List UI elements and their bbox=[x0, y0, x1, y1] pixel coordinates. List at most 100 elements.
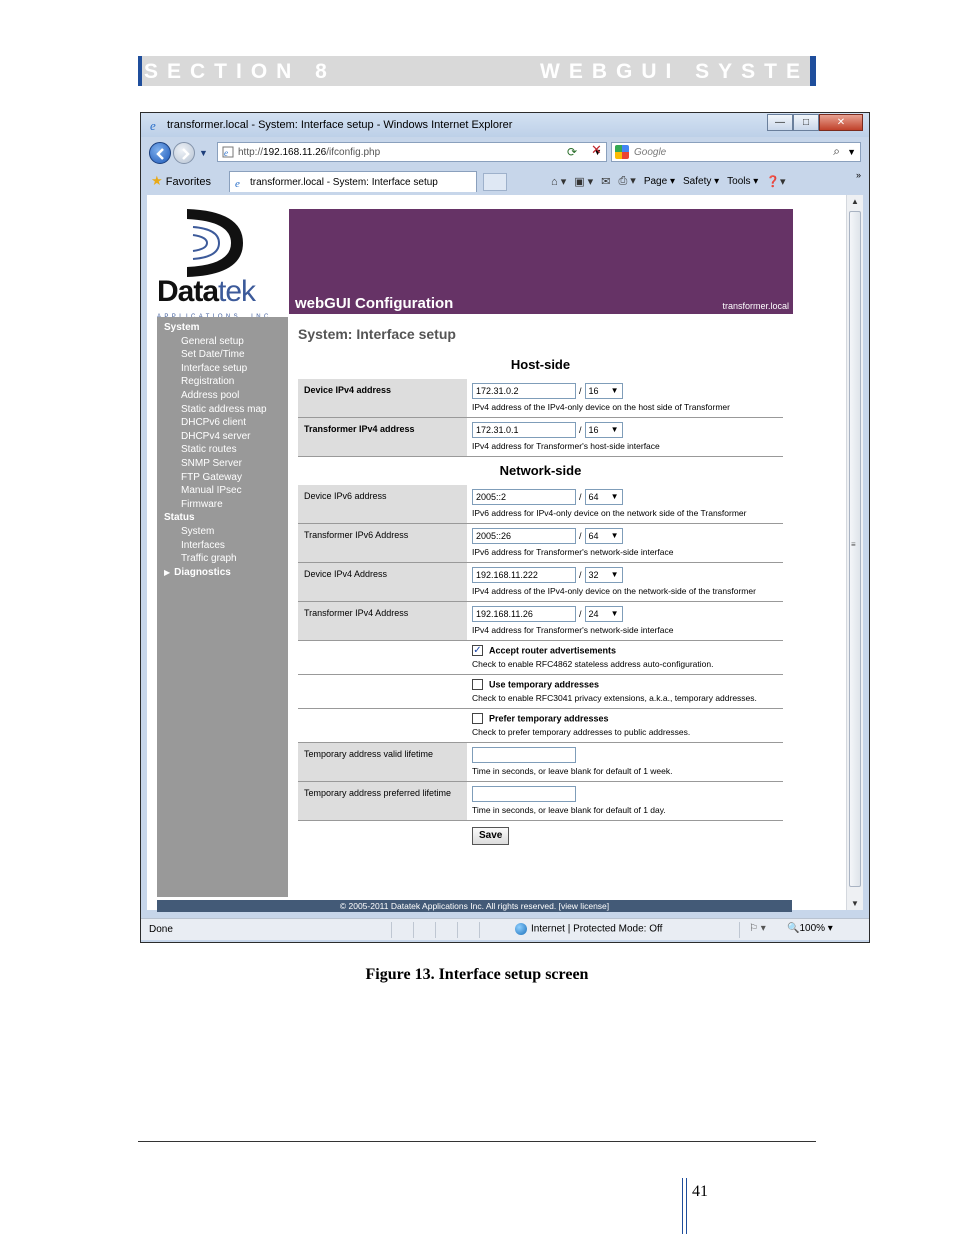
forward-button[interactable] bbox=[173, 142, 195, 164]
stop-icon[interactable]: ✕ bbox=[591, 142, 602, 158]
search-box[interactable]: Google ⌕ ▼ bbox=[611, 142, 861, 162]
sidebar-item-ftp-gateway[interactable]: FTP Gateway bbox=[157, 471, 288, 485]
status-divider bbox=[391, 922, 392, 938]
scroll-up-icon[interactable]: ▲ bbox=[851, 197, 859, 206]
sidebar-item-status-system[interactable]: System bbox=[157, 525, 288, 539]
sidebar-item-traffic-graph[interactable]: Traffic graph bbox=[157, 552, 288, 566]
page-menu[interactable]: Page ▾ bbox=[644, 176, 675, 187]
footer-rule bbox=[138, 1141, 816, 1142]
save-button[interactable]: Save bbox=[472, 827, 510, 846]
field-label: Device IPv4 address bbox=[298, 379, 467, 417]
host-transformer-ipv4-input[interactable]: 172.31.0.1 bbox=[472, 422, 576, 438]
address-bar[interactable]: e http://192.168.11.26/ifconfig.php ▼ bbox=[217, 142, 607, 162]
maximize-button[interactable]: □ bbox=[793, 114, 819, 131]
chevron-more-icon[interactable]: » bbox=[856, 170, 861, 180]
net-device-ipv6-input[interactable]: 2005::2 bbox=[472, 489, 576, 505]
sidebar-section-diagnostics[interactable]: ▶ Diagnostics bbox=[157, 566, 288, 580]
mail-icon[interactable]: ✉ bbox=[601, 175, 610, 188]
sidebar-item-firmware[interactable]: Firmware bbox=[157, 498, 288, 512]
print-icon[interactable]: ⎙ ▾ bbox=[618, 174, 635, 188]
recent-pages-dropdown-icon[interactable]: ▼ bbox=[199, 148, 208, 158]
figure-caption: Figure 13. Interface setup screen bbox=[365, 966, 589, 983]
net-device-ipv4-input[interactable]: 192.168.11.222 bbox=[472, 567, 576, 583]
field-hint: IPv6 address for IPv4-only device on the… bbox=[472, 508, 747, 518]
url-text: http://192.168.11.26/ifconfig.php bbox=[238, 147, 380, 158]
sidebar-section-system[interactable]: System bbox=[157, 321, 288, 335]
sidebar-item-interfaces[interactable]: Interfaces bbox=[157, 539, 288, 553]
window-controls: — □ ✕ bbox=[767, 114, 863, 132]
sidebar-item-snmp-server[interactable]: SNMP Server bbox=[157, 457, 288, 471]
sidebar-item-static-address-map[interactable]: Static address map bbox=[157, 403, 288, 417]
field-hint: IPv4 address of the IPv4-only device on … bbox=[472, 586, 756, 596]
field-cell: Time in seconds, or leave blank for defa… bbox=[467, 743, 783, 782]
sidebar-item-dhcpv6-client[interactable]: DHCPv6 client bbox=[157, 416, 288, 430]
field-hint: Time in seconds, or leave blank for defa… bbox=[472, 805, 666, 816]
valid-lifetime-input[interactable] bbox=[472, 747, 576, 764]
net-device-ipv4-prefix-select[interactable]: 32 ▼ bbox=[584, 567, 623, 583]
field-hint: Check to enable RFC4862 stateless addres… bbox=[472, 659, 714, 670]
sidebar-item-address-pool[interactable]: Address pool bbox=[157, 389, 288, 403]
back-button[interactable] bbox=[149, 142, 171, 164]
use-temp-checkbox[interactable] bbox=[472, 679, 483, 691]
favorites-button[interactable]: ★ Favorites bbox=[151, 173, 211, 189]
help-icon[interactable]: ❓▾ bbox=[766, 175, 785, 188]
sidebar-section-status[interactable]: Status bbox=[157, 511, 288, 525]
tab-current[interactable]: e transformer.local - System: Interface … bbox=[229, 171, 477, 192]
tab-bar: ★ Favorites e transformer.local - System… bbox=[141, 169, 869, 193]
minimize-button[interactable]: — bbox=[767, 114, 793, 131]
safety-menu[interactable]: Safety ▾ bbox=[683, 176, 719, 187]
field-cell: Prefer temporary addresses Check to pref… bbox=[467, 709, 783, 743]
select-caret-icon: ▼ bbox=[610, 492, 619, 501]
zoom-control[interactable]: 🔍100% ▾ bbox=[787, 923, 833, 934]
search-dropdown-icon[interactable]: ▼ bbox=[847, 147, 856, 157]
net-transformer-ipv6-prefix-select[interactable]: 64 ▼ bbox=[584, 528, 623, 544]
sidebar-item-interface-setup[interactable]: Interface setup bbox=[157, 362, 288, 376]
url-host: 192.168.11.26 bbox=[263, 147, 327, 158]
security-zone[interactable]: Internet | Protected Mode: Off bbox=[515, 923, 662, 935]
sidebar-item-general-setup[interactable]: General setup bbox=[157, 335, 288, 349]
search-icon[interactable]: ⌕ bbox=[833, 144, 840, 159]
home-icon[interactable]: ⌂ ▾ bbox=[551, 175, 566, 188]
protected-mode-icon[interactable]: ⚐ ▾ bbox=[749, 923, 766, 934]
field-cell: ✓ Accept router advertisements Check to e… bbox=[467, 641, 783, 675]
preferred-lifetime-input[interactable] bbox=[472, 786, 576, 803]
row-net-device-ipv4: Device IPv4 Address 192.168.11.222/ 32 ▼ I… bbox=[298, 563, 783, 602]
prefer-temp-checkbox[interactable] bbox=[472, 713, 483, 725]
title-bar: e transformer.local - System: Interface … bbox=[141, 113, 869, 137]
field-hint: Check to prefer temporary addresses to p… bbox=[472, 727, 691, 738]
host-device-ipv4-input[interactable]: 172.31.0.2 bbox=[472, 383, 576, 399]
sidebar-item-registration[interactable]: Registration bbox=[157, 375, 288, 389]
svg-text:e: e bbox=[235, 178, 240, 188]
sidebar-item-static-routes[interactable]: Static routes bbox=[157, 443, 288, 457]
vertical-scrollbar[interactable]: ▲ ≡ ▼ bbox=[846, 195, 863, 910]
section-left-bar bbox=[138, 56, 142, 86]
scroll-down-icon[interactable]: ▼ bbox=[851, 899, 859, 908]
host-transformer-prefix-select[interactable]: 16 ▼ bbox=[584, 422, 623, 438]
prefix-value: 16 bbox=[588, 386, 599, 396]
net-transformer-ipv4-input[interactable]: 192.168.11.26 bbox=[472, 606, 576, 622]
prefix-slash: / bbox=[579, 425, 582, 435]
sidebar-item-dhcpv4-server[interactable]: DHCPv4 server bbox=[157, 430, 288, 444]
net-transformer-ipv6-input[interactable]: 2005::26 bbox=[472, 528, 576, 544]
sidebar-item-manual-ipsec[interactable]: Manual IPsec bbox=[157, 484, 288, 498]
feeds-icon[interactable]: ▣ ▾ bbox=[574, 175, 593, 188]
sidebar-item-set-date-time[interactable]: Set Date/Time bbox=[157, 348, 288, 362]
accept-ra-checkbox[interactable]: ✓ bbox=[472, 645, 483, 657]
field-cell: 172.31.0.2/ 16 ▼ IPv4 address of the IPv4-… bbox=[467, 379, 783, 417]
prefix-slash: / bbox=[579, 609, 582, 619]
field-cell: Time in seconds, or leave blank for defa… bbox=[467, 782, 783, 821]
field-label-empty bbox=[298, 675, 467, 709]
field-cell: 2005::2/ 64 ▼ IPv6 address for IPv4-only d… bbox=[467, 485, 783, 523]
search-placeholder: Google bbox=[634, 147, 667, 158]
checkbox-label: Use temporary addresses bbox=[489, 679, 600, 690]
net-device-ipv6-prefix-select[interactable]: 64 ▼ bbox=[584, 489, 623, 505]
field-hint: Time in seconds, or leave blank for defa… bbox=[472, 766, 673, 777]
refresh-icon[interactable]: ⟳ bbox=[567, 145, 577, 159]
close-button[interactable]: ✕ bbox=[819, 114, 863, 131]
scroll-thumb[interactable] bbox=[849, 211, 861, 887]
new-tab-button[interactable] bbox=[483, 173, 507, 191]
net-transformer-ipv4-prefix-select[interactable]: 24 ▼ bbox=[584, 606, 623, 622]
tools-menu[interactable]: Tools ▾ bbox=[727, 176, 758, 187]
network-side-heading: Network-side bbox=[499, 463, 582, 478]
host-device-prefix-select[interactable]: 16 ▼ bbox=[584, 383, 623, 399]
